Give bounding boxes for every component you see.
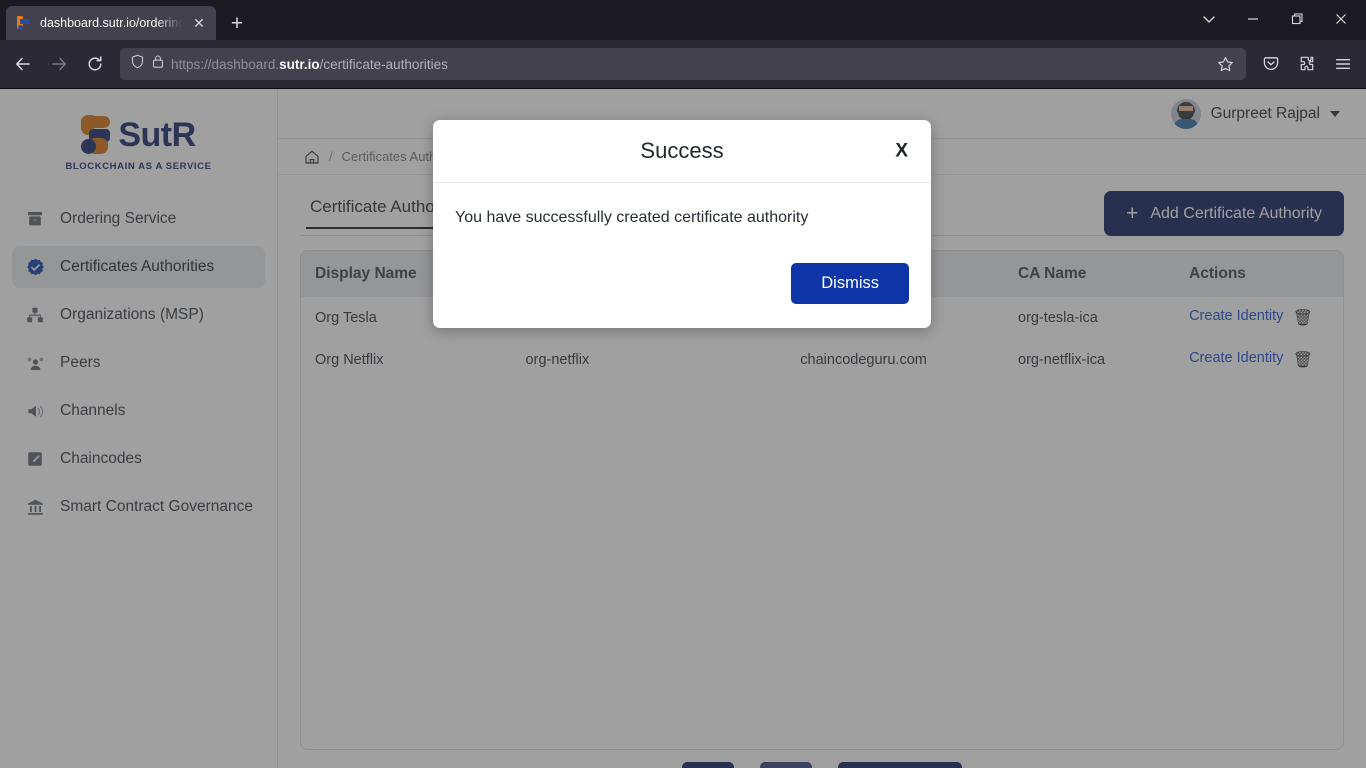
close-icon[interactable]: ✕	[190, 16, 208, 30]
dismiss-button[interactable]: Dismiss	[791, 263, 909, 304]
window-controls	[1188, 4, 1362, 34]
back-arrow-icon[interactable]	[6, 47, 40, 81]
window-close-icon[interactable]	[1320, 4, 1362, 34]
extension-icon[interactable]	[1290, 47, 1324, 81]
close-icon[interactable]: X	[895, 142, 908, 161]
pocket-icon[interactable]	[1254, 47, 1288, 81]
tab-title: dashboard.sutr.io/ordering	[40, 16, 182, 30]
browser-navigation-bar: https://dashboard.sutr.io/certificate-au…	[0, 40, 1366, 88]
list-all-tabs-icon[interactable]	[1188, 4, 1230, 34]
address-bar[interactable]: https://dashboard.sutr.io/certificate-au…	[120, 48, 1246, 80]
hamburger-menu-icon[interactable]	[1326, 47, 1360, 81]
browser-window: dashboard.sutr.io/ordering ✕ + https://d…	[0, 0, 1366, 768]
lock-icon[interactable]	[151, 54, 165, 74]
modal-body: You have successfully created certificat…	[433, 183, 931, 263]
star-icon[interactable]	[1210, 49, 1240, 79]
url-text[interactable]: https://dashboard.sutr.io/certificate-au…	[171, 57, 1204, 72]
sutr-favicon-icon	[16, 15, 32, 31]
page-viewport: SutR BLOCKCHAIN AS A SERVICE Ordering Se…	[0, 89, 1366, 768]
tab-strip: dashboard.sutr.io/ordering ✕ +	[0, 0, 1366, 40]
forward-arrow-icon[interactable]	[42, 47, 76, 81]
maximize-icon[interactable]	[1276, 4, 1318, 34]
modal-title: Success	[640, 138, 724, 163]
browser-tab[interactable]: dashboard.sutr.io/ordering ✕	[6, 6, 216, 40]
modal-footer: Dismiss	[433, 263, 931, 328]
minimize-icon[interactable]	[1232, 4, 1274, 34]
new-tab-button[interactable]: +	[220, 6, 254, 40]
success-modal: Success X You have successfully created …	[433, 120, 931, 328]
modal-header: Success X	[433, 120, 931, 183]
modal-message: You have successfully created certificat…	[455, 209, 809, 226]
shield-icon[interactable]	[130, 54, 145, 74]
reload-icon[interactable]	[78, 47, 112, 81]
